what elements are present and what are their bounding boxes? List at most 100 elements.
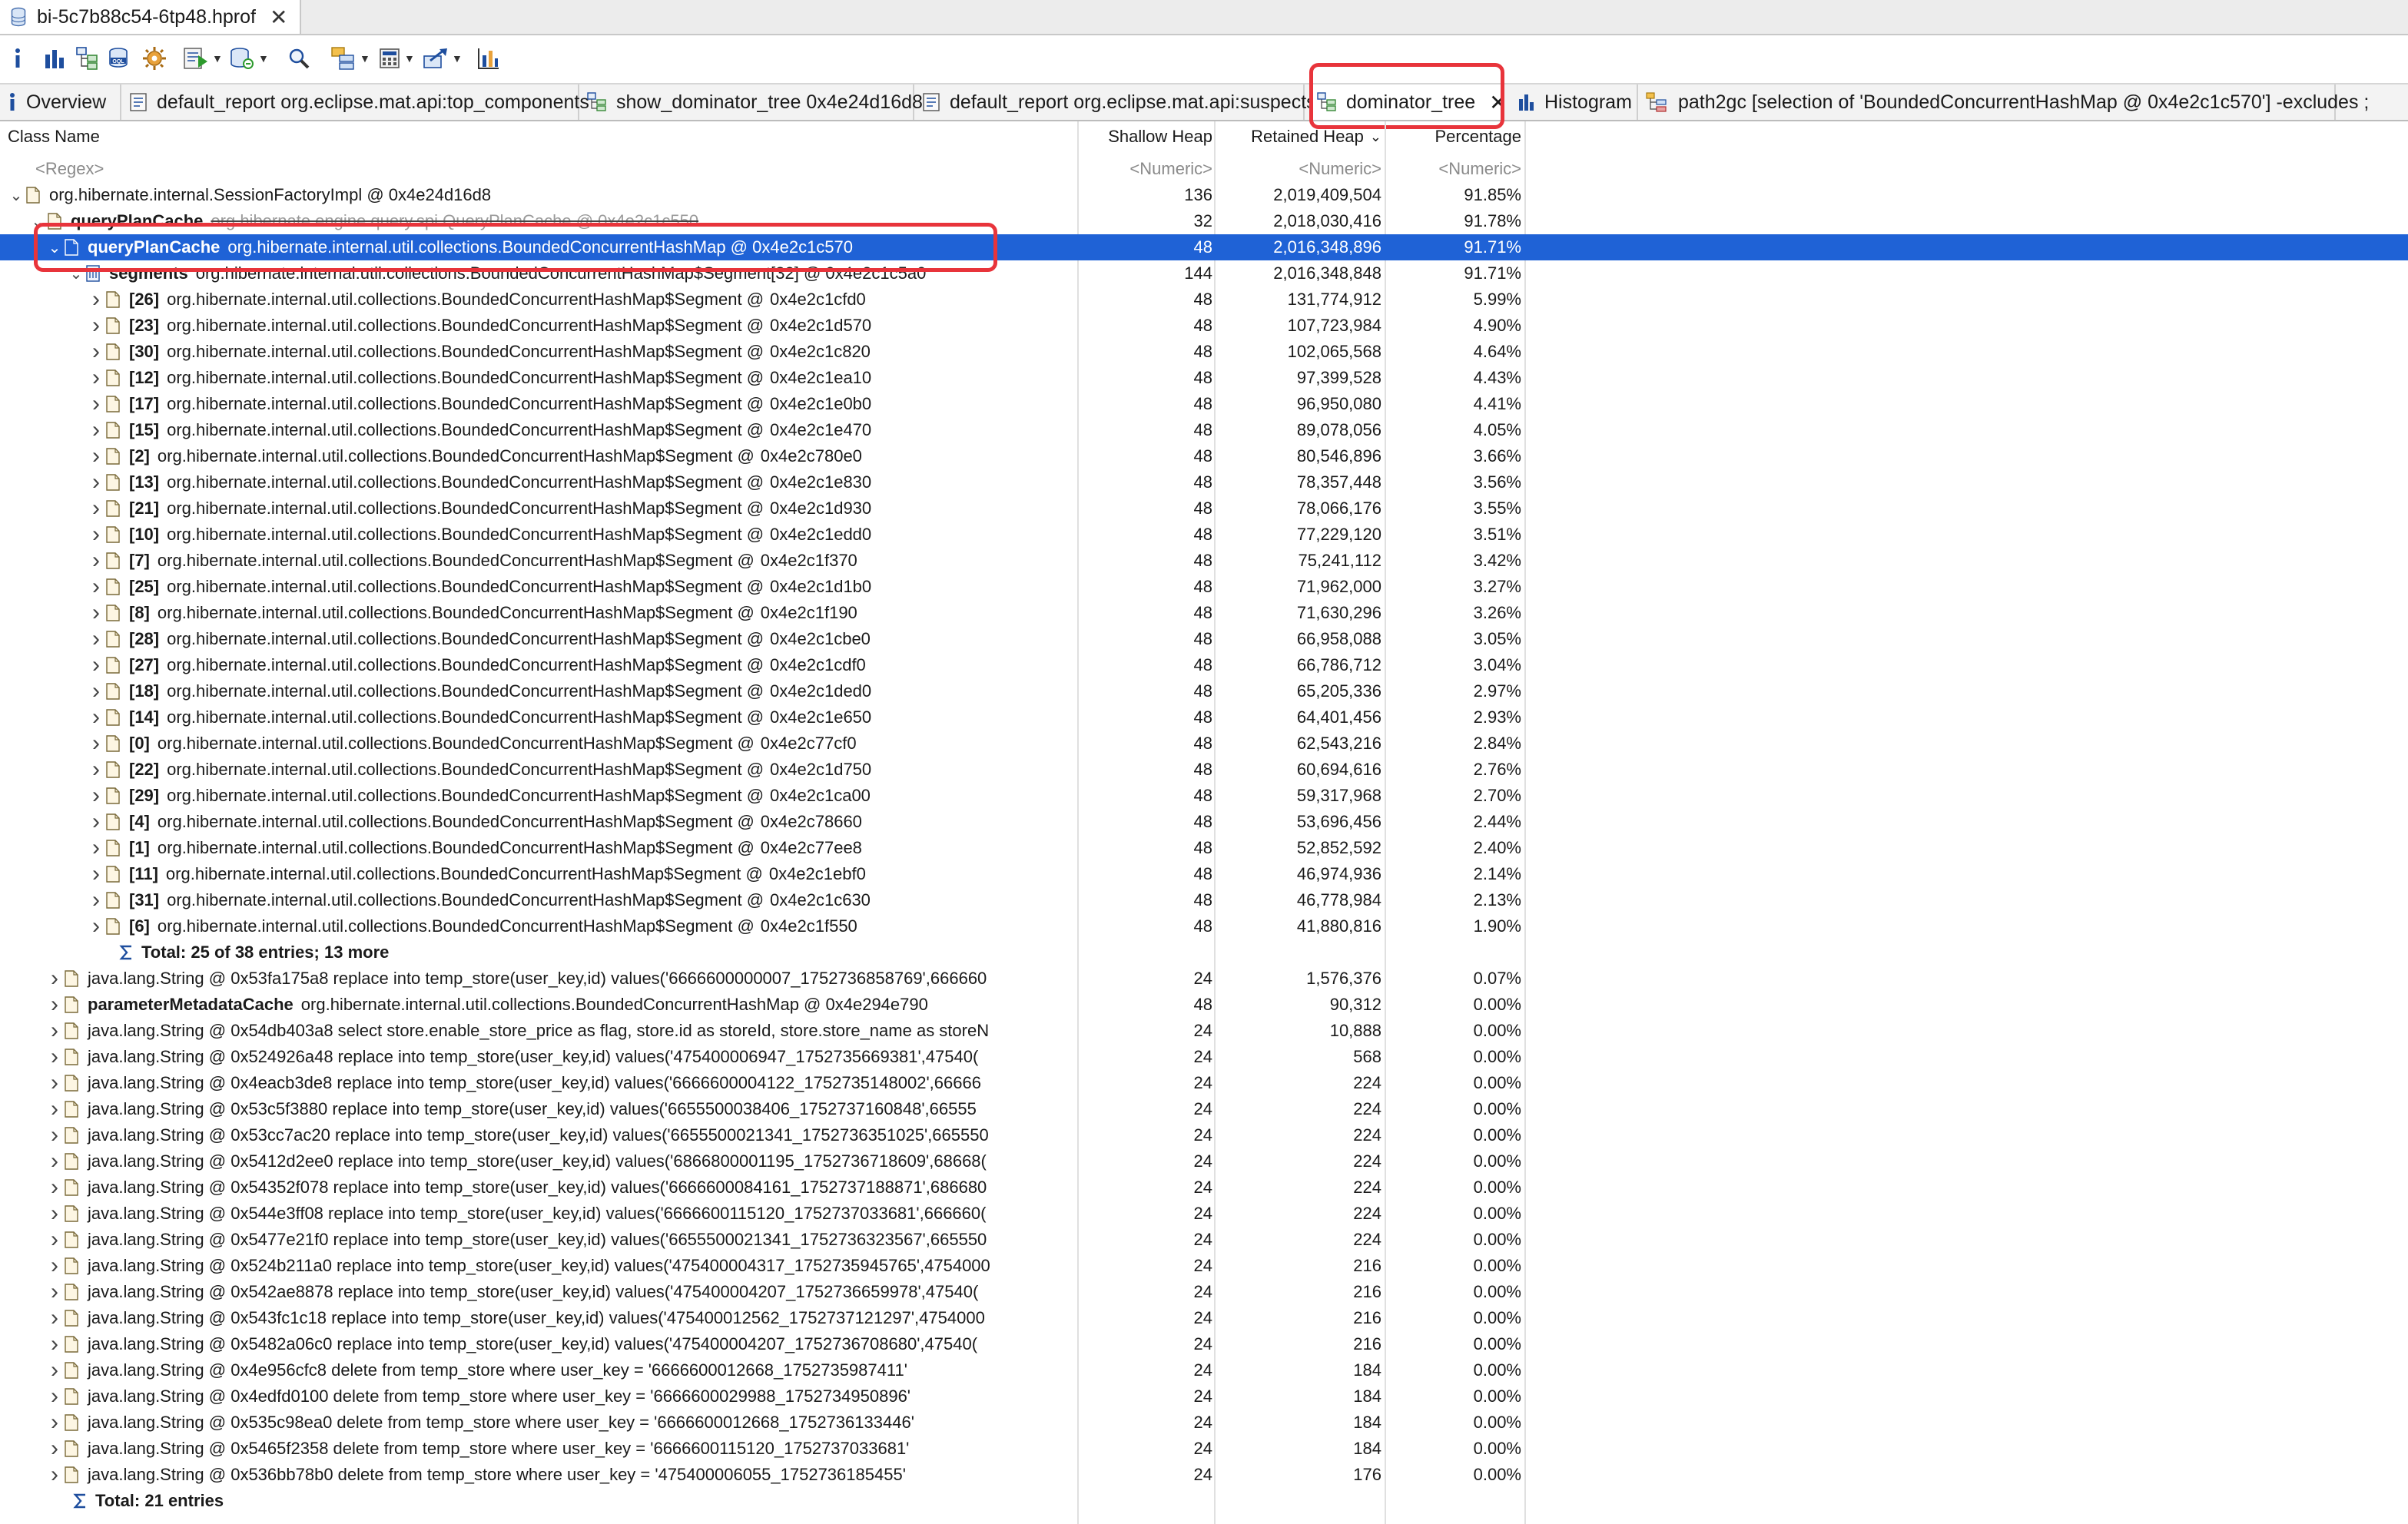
chevron-right-icon[interactable]: ›: [45, 966, 65, 992]
chevron-right-icon[interactable]: ›: [86, 757, 106, 783]
chevron-right-icon[interactable]: ›: [45, 1096, 65, 1122]
chevron-down-icon[interactable]: ▼: [360, 52, 370, 65]
chevron-right-icon[interactable]: ›: [86, 887, 106, 913]
column-header-percentage[interactable]: Percentage: [1386, 121, 1521, 152]
table-row-child[interactable]: › java.lang.String @ 0x524926a48 replace …: [0, 1044, 2408, 1070]
column-header-shallow-heap[interactable]: Shallow Heap: [1080, 121, 1212, 152]
table-row-root[interactable]: ⌄ org.hibernate.internal.SessionFactoryIm…: [0, 182, 2408, 208]
chevron-right-icon[interactable]: ›: [86, 678, 106, 704]
table-row-segment[interactable]: › [13] org.hibernate.internal.util.collect…: [0, 469, 2408, 495]
chevron-right-icon[interactable]: ›: [45, 1044, 65, 1070]
chevron-right-icon[interactable]: ›: [86, 704, 106, 731]
chevron-right-icon[interactable]: ›: [45, 1018, 65, 1044]
table-row-segment[interactable]: › [29] org.hibernate.internal.util.collect…: [0, 783, 2408, 809]
table-row-child[interactable]: › java.lang.String @ 0x5482a06c0 replace …: [0, 1331, 2408, 1357]
table-row-segment[interactable]: › [2] org.hibernate.internal.util.collecti…: [0, 443, 2408, 469]
editor-tab-hprof[interactable]: bi-5c7b88c54-6tp48.hprof ✕: [0, 0, 301, 34]
chevron-right-icon[interactable]: ›: [45, 1383, 65, 1410]
calculator-icon[interactable]: ▼: [378, 43, 415, 74]
table-row-child[interactable]: › java.lang.String @ 0x5465f2358 delete f…: [0, 1436, 2408, 1462]
table-row-segment[interactable]: › [23] org.hibernate.internal.util.collect…: [0, 313, 2408, 339]
chevron-right-icon[interactable]: ›: [86, 809, 106, 835]
chevron-down-icon[interactable]: ▼: [452, 52, 463, 65]
table-row-child[interactable]: › java.lang.String @ 0x53cc7ac20 replace …: [0, 1122, 2408, 1148]
chevron-down-icon[interactable]: ▼: [212, 52, 223, 65]
chevron-right-icon[interactable]: ›: [86, 313, 106, 339]
chevron-right-icon[interactable]: ›: [86, 626, 106, 652]
table-row-child[interactable]: › java.lang.String @ 0x5477e21f0 replace …: [0, 1227, 2408, 1253]
table-row-segment[interactable]: › [10] org.hibernate.internal.util.collect…: [0, 522, 2408, 548]
heap-dump-overview-icon[interactable]: [141, 43, 167, 74]
table-row-segment[interactable]: › [22] org.hibernate.internal.util.collect…: [0, 757, 2408, 783]
column-header-class-name[interactable]: Class Name: [8, 121, 1068, 152]
query-browser-icon[interactable]: ▼: [229, 43, 269, 74]
table-row-child[interactable]: › java.lang.String @ 0x53c5f3880 replace …: [0, 1096, 2408, 1122]
info-icon[interactable]: [12, 43, 23, 74]
table-row-segment[interactable]: › [25] org.hibernate.internal.util.collect…: [0, 574, 2408, 600]
close-icon[interactable]: ✕: [270, 5, 287, 30]
chevron-right-icon[interactable]: ›: [45, 1148, 65, 1174]
table-row-child[interactable]: › java.lang.String @ 0x536bb78b0 delete f…: [0, 1462, 2408, 1488]
group-icon[interactable]: ▼: [330, 43, 370, 74]
chevron-right-icon[interactable]: ›: [86, 652, 106, 678]
tab-show-dominator-tree[interactable]: show_dominator_tree 0x4e24d16d8: [579, 84, 923, 120]
chevron-right-icon[interactable]: ›: [86, 365, 106, 391]
chevron-right-icon[interactable]: ›: [86, 861, 106, 887]
tab-top-components-report[interactable]: default_report org.eclipse.mat.api:top_c…: [121, 84, 589, 120]
tab-overview[interactable]: Overview: [0, 84, 121, 120]
table-row-segment[interactable]: › [12] org.hibernate.internal.util.collect…: [0, 365, 2408, 391]
chevron-down-icon[interactable]: ▼: [404, 52, 415, 65]
chevron-right-icon[interactable]: ›: [45, 1070, 65, 1096]
table-row-child[interactable]: › java.lang.String @ 0x54db403a8 select s…: [0, 1018, 2408, 1044]
oql-icon[interactable]: OQL: [106, 43, 131, 74]
chevron-right-icon[interactable]: ›: [86, 835, 106, 861]
chevron-right-icon[interactable]: ›: [86, 417, 106, 443]
chevron-right-icon[interactable]: ›: [45, 1305, 65, 1331]
table-row-segments-total[interactable]: Total: 25 of 38 entries; 13 more: [0, 939, 2408, 966]
table-row-child[interactable]: › java.lang.String @ 0x544e3ff08 replace …: [0, 1201, 2408, 1227]
chevron-right-icon[interactable]: ›: [45, 1279, 65, 1305]
chevron-down-icon[interactable]: ▼: [258, 52, 269, 65]
table-row-child[interactable]: › java.lang.String @ 0x524b211a0 replace …: [0, 1253, 2408, 1279]
tab-suspects-report[interactable]: default_report org.eclipse.mat.api:suspe…: [914, 84, 1316, 120]
table-row-segment[interactable]: › [11] org.hibernate.internal.util.collect…: [0, 861, 2408, 887]
chevron-down-icon[interactable]: ⌄: [6, 182, 26, 208]
table-row-segment[interactable]: › [7] org.hibernate.internal.util.collecti…: [0, 548, 2408, 574]
chevron-right-icon[interactable]: ›: [86, 443, 106, 469]
chevron-right-icon[interactable]: ›: [45, 1253, 65, 1279]
table-row-child[interactable]: › parameterMetadataCache org.hibernate.int…: [0, 992, 2408, 1018]
chevron-right-icon[interactable]: ›: [45, 992, 65, 1018]
chevron-right-icon[interactable]: ›: [45, 1436, 65, 1462]
table-row-child[interactable]: › java.lang.String @ 0x535c98ea0 delete f…: [0, 1410, 2408, 1436]
table-row-segment[interactable]: › [15] org.hibernate.internal.util.collect…: [0, 417, 2408, 443]
search-icon[interactable]: [287, 43, 310, 74]
table-row-child[interactable]: › java.lang.String @ 0x54352f078 replace …: [0, 1174, 2408, 1201]
table-row-segment[interactable]: › [4] org.hibernate.internal.util.collecti…: [0, 809, 2408, 835]
chevron-right-icon[interactable]: ›: [45, 1122, 65, 1148]
table-row-segment[interactable]: › [28] org.hibernate.internal.util.collect…: [0, 626, 2408, 652]
table-row-segment[interactable]: › [17] org.hibernate.internal.util.collect…: [0, 391, 2408, 417]
chevron-right-icon[interactable]: ›: [86, 495, 106, 522]
dominator-tree-icon[interactable]: [75, 43, 100, 74]
table-row-segment[interactable]: › [30] org.hibernate.internal.util.collect…: [0, 339, 2408, 365]
table-row-segment[interactable]: › [18] org.hibernate.internal.util.collect…: [0, 678, 2408, 704]
table-row-segment[interactable]: › [26] org.hibernate.internal.util.collect…: [0, 287, 2408, 313]
table-row-segment[interactable]: › [27] org.hibernate.internal.util.collect…: [0, 652, 2408, 678]
chevron-right-icon[interactable]: ›: [45, 1462, 65, 1488]
chevron-right-icon[interactable]: ›: [86, 574, 106, 600]
table-row-child[interactable]: › java.lang.String @ 0x4eacb3de8 replace …: [0, 1070, 2408, 1096]
table-row-child[interactable]: › java.lang.String @ 0x542ae8878 replace …: [0, 1279, 2408, 1305]
table-row-child[interactable]: › java.lang.String @ 0x4e956cfc8 delete f…: [0, 1357, 2408, 1383]
chevron-right-icon[interactable]: ›: [86, 469, 106, 495]
table-row-segment[interactable]: › [0] org.hibernate.internal.util.collecti…: [0, 731, 2408, 757]
chevron-right-icon[interactable]: ›: [86, 731, 106, 757]
table-row-segment[interactable]: › [8] org.hibernate.internal.util.collecti…: [0, 600, 2408, 626]
chevron-right-icon[interactable]: ›: [45, 1227, 65, 1253]
histogram-icon[interactable]: [43, 43, 66, 74]
table-row-segment[interactable]: › [1] org.hibernate.internal.util.collecti…: [0, 835, 2408, 861]
chevron-right-icon[interactable]: ›: [86, 339, 106, 365]
chevron-right-icon[interactable]: ›: [86, 548, 106, 574]
chevron-right-icon[interactable]: ›: [45, 1201, 65, 1227]
table-row-child[interactable]: › java.lang.String @ 0x53fa175a8 replace …: [0, 966, 2408, 992]
chevron-right-icon[interactable]: ›: [45, 1331, 65, 1357]
